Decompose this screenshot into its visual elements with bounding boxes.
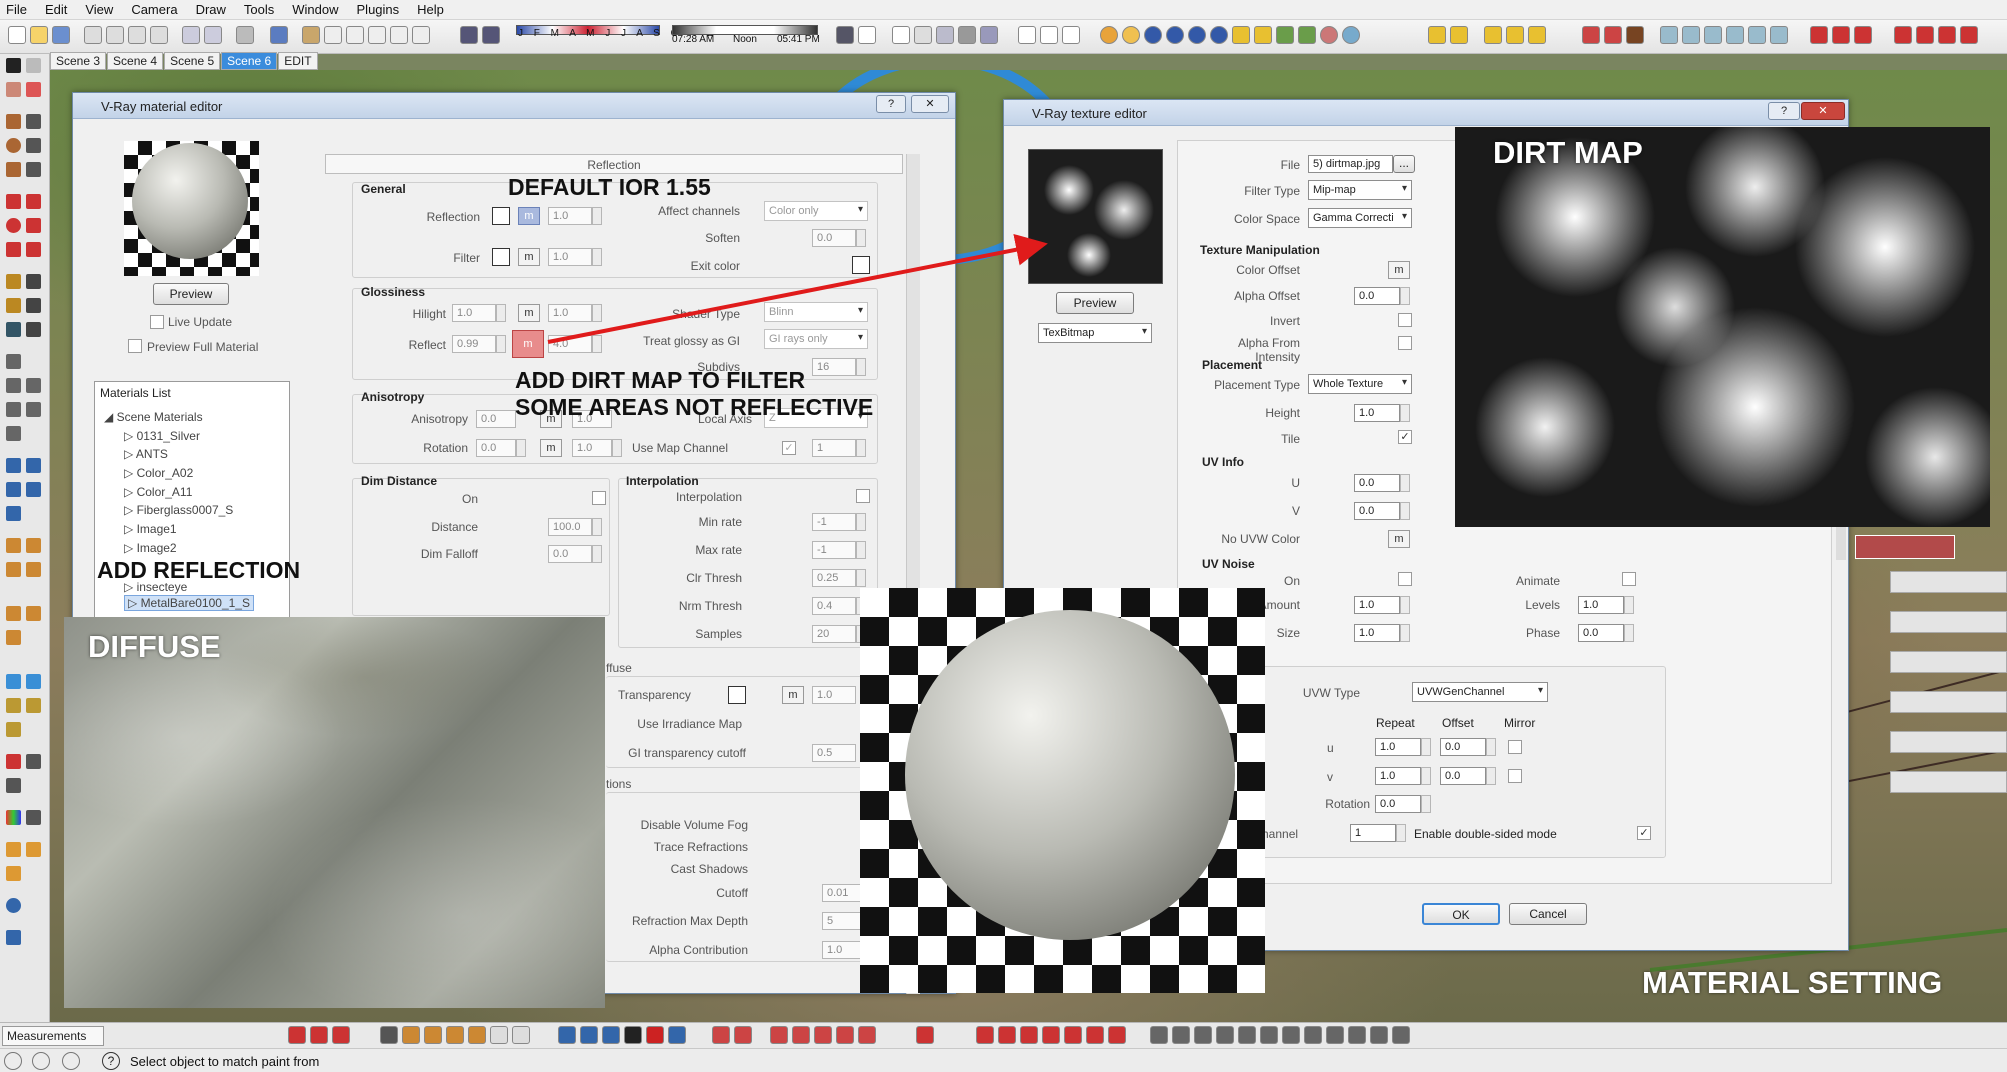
annotation-material-setting: MATERIAL SETTING <box>1642 965 1943 1000</box>
bottom-tool-e-icon[interactable] <box>402 1026 420 1044</box>
bottom-tool-o-icon[interactable] <box>792 1026 810 1044</box>
bottom-tool-f-icon[interactable] <box>424 1026 442 1044</box>
bottom-tool-ii-icon[interactable] <box>1326 1026 1344 1044</box>
bottom-tool-m-icon[interactable] <box>734 1026 752 1044</box>
play-icon[interactable] <box>624 1026 642 1044</box>
annotation-dirt-map-line2: SOME AREAS NOT REFLECTIVE <box>515 394 874 420</box>
bottom-tool-z-icon[interactable] <box>1108 1026 1126 1044</box>
bottom-tool-ee-icon[interactable] <box>1238 1026 1256 1044</box>
bottom-tool-a-icon[interactable] <box>288 1026 306 1044</box>
bottom-tool-g-icon[interactable] <box>446 1026 464 1044</box>
measurements-box[interactable]: Measurements <box>2 1026 104 1046</box>
record-icon[interactable] <box>646 1026 664 1044</box>
bottom-tool-s-icon[interactable] <box>916 1026 934 1044</box>
bottom-tool-d-icon[interactable] <box>380 1026 398 1044</box>
bottom-tool-k-icon[interactable] <box>668 1026 686 1044</box>
bottom-tool-bb-icon[interactable] <box>1172 1026 1190 1044</box>
status-text: Select object to match paint from <box>130 1054 320 1069</box>
bottom-tool-dd-icon[interactable] <box>1216 1026 1234 1044</box>
bottom-tool-kk-icon[interactable] <box>1370 1026 1388 1044</box>
bottom-tool-aa-icon[interactable] <box>1150 1026 1168 1044</box>
bottom-tool-ff-icon[interactable] <box>1260 1026 1278 1044</box>
skin-tool-icon[interactable] <box>558 1026 576 1044</box>
bottom-tool-u-icon[interactable] <box>998 1026 1016 1044</box>
bottom-tool-v-icon[interactable] <box>1020 1026 1038 1044</box>
bottom-tool-w-icon[interactable] <box>1042 1026 1060 1044</box>
help-question-icon[interactable]: ? <box>102 1052 120 1070</box>
bottom-tool-y-icon[interactable] <box>1086 1026 1104 1044</box>
annotation-dirt-map: DIRT MAP <box>1493 135 1643 170</box>
geo-location-icon[interactable] <box>4 1052 22 1070</box>
bottom-tool-j-icon[interactable] <box>512 1026 530 1044</box>
bottom-tool-c-icon[interactable] <box>332 1026 350 1044</box>
annotation-arrow <box>547 233 1048 344</box>
bottom-tool-cc-icon[interactable] <box>1194 1026 1212 1044</box>
annotation-diffuse: DIFFUSE <box>88 629 221 664</box>
bottom-tool-i-icon[interactable] <box>490 1026 508 1044</box>
bottom-tool-ll-icon[interactable] <box>1392 1026 1410 1044</box>
bottom-toolbar: Measurements <box>0 1022 2007 1048</box>
bottom-tool-hh-icon[interactable] <box>1304 1026 1322 1044</box>
status-bar: ? Select object to match paint from <box>0 1048 2007 1072</box>
annotation-default-ior: DEFAULT IOR 1.55 <box>508 174 711 200</box>
xyz-tool-icon[interactable] <box>580 1026 598 1044</box>
annotation-add-reflection: ADD REFLECTION <box>97 557 301 583</box>
bottom-tool-r-icon[interactable] <box>858 1026 876 1044</box>
credits-icon[interactable] <box>32 1052 50 1070</box>
bottom-tool-t-icon[interactable] <box>976 1026 994 1044</box>
bottom-tool-l-icon[interactable] <box>712 1026 730 1044</box>
bottom-tool-jj-icon[interactable] <box>1348 1026 1366 1044</box>
sub-tool-icon[interactable] <box>602 1026 620 1044</box>
bottom-tool-b-icon[interactable] <box>310 1026 328 1044</box>
bottom-tool-gg-icon[interactable] <box>1282 1026 1300 1044</box>
bottom-tool-x-icon[interactable] <box>1064 1026 1082 1044</box>
annotation-dirt-map-line1: ADD DIRT MAP TO FILTER <box>515 367 806 393</box>
arrow-line <box>547 233 1048 344</box>
bottom-tool-h-icon[interactable] <box>468 1026 486 1044</box>
user-icon[interactable] <box>62 1052 80 1070</box>
bottom-tool-p-icon[interactable] <box>814 1026 832 1044</box>
bottom-tool-q-icon[interactable] <box>836 1026 854 1044</box>
bottom-tool-n-icon[interactable] <box>770 1026 788 1044</box>
